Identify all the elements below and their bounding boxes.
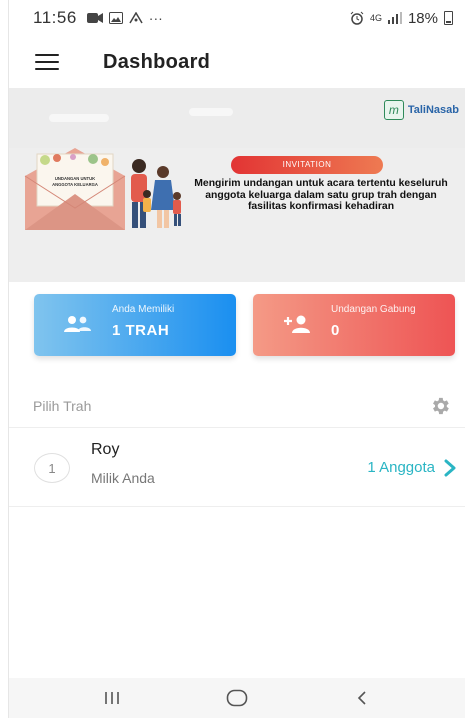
family-illustration	[131, 159, 181, 228]
cloud-decoration	[49, 114, 109, 122]
status-notification-icons: ···	[86, 10, 163, 26]
recent-apps-icon	[104, 692, 119, 704]
signal-icon	[387, 12, 402, 24]
app-screen: 11:56 ··· 4G 18% Dashboard m TaliNasab U…	[8, 0, 465, 718]
trah-count-card[interactable]: Anda Memiliki 1 TRAH	[34, 294, 236, 356]
app-bar: Dashboard	[9, 36, 465, 88]
invitation-pill: INVITATION	[231, 156, 383, 174]
invite-count-card[interactable]: Undangan Gabung 0	[253, 294, 455, 356]
brand-logo: m TaliNasab	[383, 100, 459, 120]
trah-list-item[interactable]: 1 Roy Milik Anda 1 Anggota	[9, 429, 465, 507]
gear-icon[interactable]	[429, 395, 451, 417]
alarm-icon	[350, 11, 364, 25]
invite-card-label: Undangan Gabung	[331, 304, 416, 315]
trah-card-label: Anda Memiliki	[112, 304, 175, 315]
invitation-description: Mengirim undangan untuk acara tertentu k…	[194, 178, 448, 212]
status-bar: 11:56 ··· 4G 18%	[9, 0, 465, 36]
trah-card-value: 1 TRAH	[112, 322, 170, 339]
home-icon	[226, 689, 248, 707]
logo-text: TaliNasab	[407, 104, 459, 116]
cloud-decoration	[189, 108, 233, 116]
battery-level: 18%	[407, 9, 438, 27]
status-right: 4G 18%	[350, 10, 453, 27]
invitation-banner: m TaliNasab UNDANGAN UNTUK ANGGOTA KELUA…	[9, 88, 465, 282]
status-time: 11:56	[33, 8, 77, 27]
nearby-icon	[129, 12, 143, 24]
trah-name: Roy	[91, 441, 120, 458]
recent-apps-button[interactable]	[82, 683, 142, 713]
invite-card-value: 0	[331, 322, 340, 339]
system-nav-bar	[9, 678, 465, 718]
logo-mark-icon: m	[383, 100, 404, 120]
svg-text:ANGGOTA KELUARGA: ANGGOTA KELUARGA	[52, 182, 98, 187]
page-title: Dashboard	[103, 50, 211, 73]
trah-section-header: Pilih Trah	[9, 384, 465, 428]
chevron-right-icon	[444, 459, 456, 477]
trah-index: 1	[34, 453, 70, 483]
video-icon	[86, 13, 103, 23]
menu-icon[interactable]	[35, 54, 59, 70]
group-icon	[64, 316, 91, 332]
envelope-illustration: UNDANGAN UNTUK ANGGOTA KELUARGA	[24, 148, 126, 230]
image-icon	[108, 12, 123, 24]
section-label: Pilih Trah	[33, 397, 92, 414]
trah-member-count: 1 Anggota	[367, 459, 435, 476]
trah-owner: Milik Anda	[91, 470, 155, 486]
add-person-icon	[284, 315, 310, 333]
svg-text:UNDANGAN UNTUK: UNDANGAN UNTUK	[55, 176, 95, 181]
home-button[interactable]	[207, 683, 267, 713]
back-button[interactable]	[332, 683, 392, 713]
network-type: 4G	[369, 13, 382, 23]
battery-icon	[444, 11, 453, 25]
status-more: ···	[148, 10, 163, 26]
back-icon	[358, 691, 366, 705]
